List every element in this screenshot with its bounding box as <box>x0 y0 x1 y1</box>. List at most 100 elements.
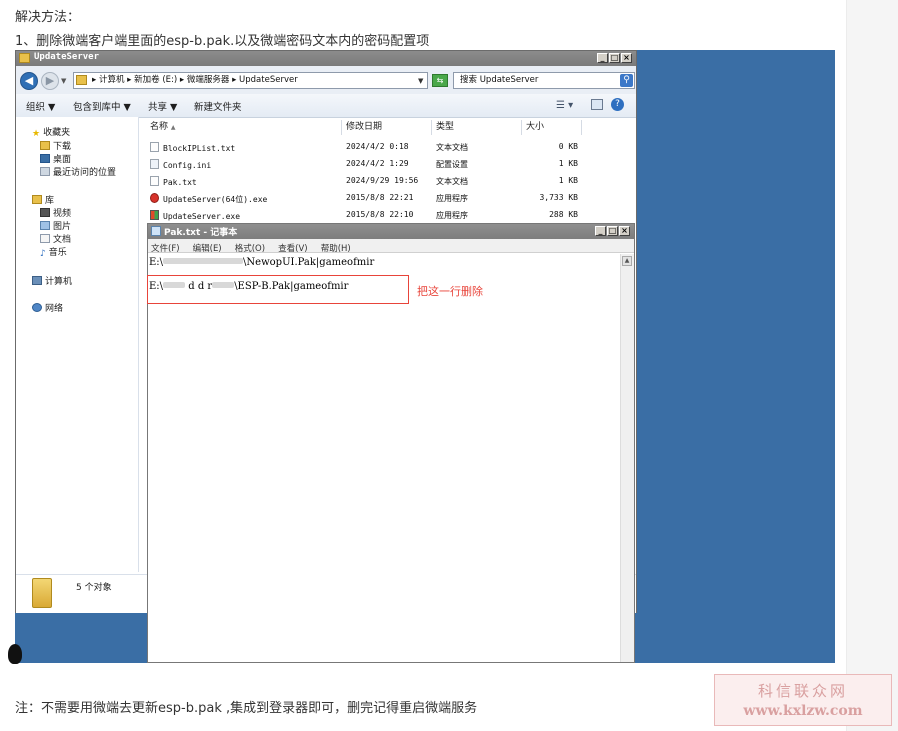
column-header-modified[interactable]: 修改日期 <box>342 120 432 135</box>
view-options-icon[interactable]: ☰ ▾ <box>556 100 573 111</box>
address-bar: ◀ ▶ ▼ ▸ 计算机 ▸ 新加卷 (E:) ▸ 微端服务器 ▸ UpdateS… <box>16 66 636 95</box>
folder-icon <box>76 75 87 85</box>
nav-pictures[interactable]: 图片 <box>40 219 71 232</box>
nav-network-label: 网络 <box>45 304 64 314</box>
share-menu[interactable]: 共享 ▼ <box>148 99 177 113</box>
file-modified: 2024/9/29 19:56 <box>346 176 419 185</box>
config-file-icon <box>150 159 159 169</box>
explorer-titlebar[interactable]: UpdateServer _ □ × <box>16 51 636 66</box>
back-arrow-icon[interactable]: ◀ <box>20 72 38 90</box>
scroll-up-icon[interactable]: ▲ <box>622 256 632 266</box>
maximize-button[interactable]: □ <box>607 226 618 236</box>
search-icon[interactable]: ⚲ <box>620 74 633 87</box>
item-count: 5 个对象 <box>76 583 112 593</box>
delete-line-annotation: 把这一行删除 <box>417 285 483 298</box>
nav-music[interactable]: ♪ 音乐 <box>40 245 67 259</box>
column-type-label: 类型 <box>436 122 455 132</box>
file-size: 1 KB <box>558 176 578 185</box>
nav-downloads[interactable]: 下载 <box>40 139 71 152</box>
vertical-scrollbar[interactable]: ▲ <box>620 254 634 662</box>
organize-menu[interactable]: 组织 ▼ <box>26 99 55 113</box>
column-header-size[interactable]: 大小 <box>522 120 582 135</box>
preview-pane-icon[interactable] <box>591 99 603 110</box>
file-name: Config.ini <box>163 161 212 170</box>
music-icon: ♪ <box>40 249 46 259</box>
line-1-prefix: E:\ <box>149 257 164 268</box>
line-1-suffix: \NewopUI.Pak|gameofmir <box>243 257 375 268</box>
recent-places-icon <box>40 167 50 176</box>
network-icon <box>32 303 42 312</box>
forward-arrow-icon[interactable]: ▶ <box>41 72 59 90</box>
table-row[interactable]: Config.ini 2024/4/2 1:29 配置设置 1 KB <box>146 157 596 171</box>
table-row[interactable]: UpdateServer(64位).exe 2015/8/8 22:21 应用程… <box>146 191 596 205</box>
large-folder-icon <box>32 578 52 608</box>
document-icon <box>40 234 50 243</box>
library-icon <box>32 195 42 204</box>
notepad-title: Pak.txt - 记事本 <box>164 228 238 238</box>
search-input[interactable]: 搜索 UpdateServer <box>453 72 635 89</box>
nav-videos[interactable]: 视频 <box>40 206 71 219</box>
nav-libraries-label: 库 <box>45 196 55 206</box>
menu-help[interactable]: 帮助(H) <box>321 244 351 254</box>
close-button[interactable]: × <box>621 53 632 63</box>
file-type: 应用程序 <box>436 194 468 203</box>
nav-recent[interactable]: 最近访问的位置 <box>40 165 116 178</box>
nav-music-label: 音乐 <box>48 248 67 258</box>
nav-desktop[interactable]: 桌面 <box>40 152 71 165</box>
computer-icon <box>32 276 42 285</box>
file-modified: 2015/8/8 22:21 <box>346 193 414 202</box>
menu-format[interactable]: 格式(O) <box>235 244 265 254</box>
notepad-menubar: 文件(F) 编辑(E) 格式(O) 查看(V) 帮助(H) <box>148 239 634 254</box>
file-name: UpdateServer.exe <box>163 212 241 221</box>
nav-computer-label: 计算机 <box>45 277 73 287</box>
file-type: 文本文档 <box>436 177 468 186</box>
nav-computer[interactable]: 计算机 <box>32 274 72 287</box>
search-placeholder: 搜索 UpdateServer <box>460 75 539 85</box>
folder-icon <box>19 53 30 63</box>
file-name: UpdateServer(64位).exe <box>163 195 268 204</box>
minimize-button[interactable]: _ <box>595 226 606 236</box>
sort-ascending-icon: ▲ <box>170 124 176 131</box>
nav-downloads-label: 下载 <box>53 142 72 152</box>
column-header-name[interactable]: 名称 ▲ <box>146 120 342 135</box>
menu-view[interactable]: 查看(V) <box>278 244 307 254</box>
explorer-title: UpdateServer <box>34 52 100 62</box>
path-dropdown-icon[interactable]: ▼ <box>418 77 423 85</box>
nav-libraries[interactable]: 库 <box>32 193 54 206</box>
table-row[interactable]: UpdateServer.exe 2015/8/8 22:10 应用程序 288… <box>146 208 596 222</box>
nav-documents[interactable]: 文档 <box>40 232 71 245</box>
new-folder-button[interactable]: 新建文件夹 <box>194 99 242 113</box>
navigation-pane: ★ 收藏夹 下载 桌面 最近访问的位置 库 视频 图片 文档 ♪ 音乐 计算机 网络 <box>16 117 139 572</box>
breadcrumb-text: ▸ 计算机 ▸ 新加卷 (E:) ▸ 微端服务器 ▸ UpdateServer <box>92 75 298 85</box>
section-heading: 解决方法： <box>15 10 81 25</box>
minimize-button[interactable]: _ <box>597 53 608 63</box>
nav-network[interactable]: 网络 <box>32 301 63 314</box>
breadcrumb-path[interactable]: ▸ 计算机 ▸ 新加卷 (E:) ▸ 微端服务器 ▸ UpdateServer <box>73 72 428 89</box>
help-icon[interactable]: ? <box>611 98 624 111</box>
redacted-path <box>163 258 244 264</box>
video-icon <box>40 208 50 217</box>
column-size-label: 大小 <box>526 122 545 132</box>
nav-favorites[interactable]: ★ 收藏夹 <box>32 125 70 139</box>
file-type: 应用程序 <box>436 211 468 220</box>
table-row[interactable]: BlockIPList.txt 2024/4/2 0:18 文本文档 0 KB <box>146 140 596 154</box>
column-modified-label: 修改日期 <box>346 122 383 132</box>
desktop-icon <box>40 154 50 163</box>
column-header-type[interactable]: 类型 <box>432 120 522 135</box>
refresh-icon[interactable]: ⇆ <box>432 74 448 87</box>
text-file-icon <box>150 176 159 186</box>
close-button[interactable]: × <box>619 226 630 236</box>
site-watermark: 科信联众网 www.kxlzw.com <box>714 674 892 726</box>
text-line-1[interactable]: E:\ \NewopUI.Pak|gameofmir <box>149 257 374 268</box>
text-file-icon <box>150 142 159 152</box>
file-name: BlockIPList.txt <box>163 144 236 153</box>
maximize-button[interactable]: □ <box>609 53 620 63</box>
recent-pages-dropdown-icon[interactable]: ▼ <box>61 77 66 85</box>
nav-recent-label: 最近访问的位置 <box>53 168 117 178</box>
downloads-folder-icon <box>40 141 50 150</box>
menu-file[interactable]: 文件(F) <box>151 244 180 254</box>
notepad-titlebar[interactable]: Pak.txt - 记事本 _ □ × <box>148 224 634 239</box>
table-row[interactable]: Pak.txt 2024/9/29 19:56 文本文档 1 KB <box>146 174 596 188</box>
include-in-library-menu[interactable]: 包含到库中 ▼ <box>73 99 131 113</box>
menu-edit[interactable]: 编辑(E) <box>193 244 222 254</box>
